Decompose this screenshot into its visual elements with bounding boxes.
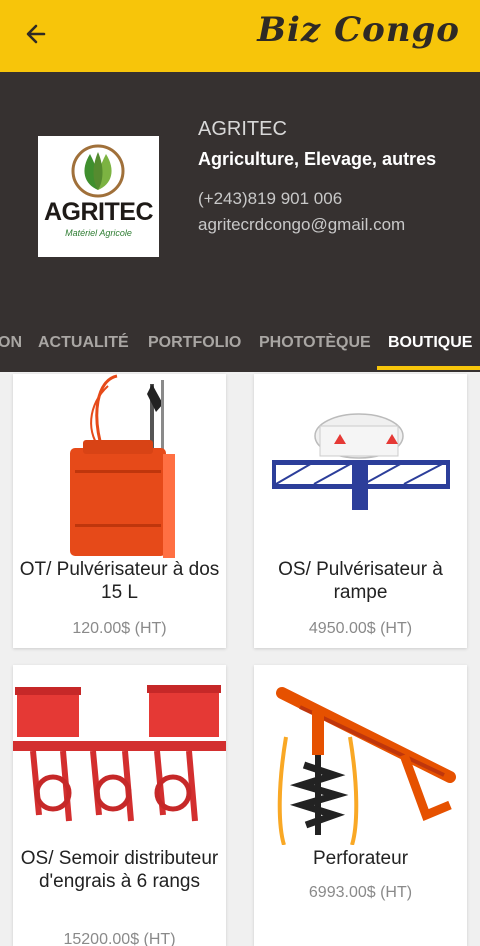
company-phone[interactable]: (+243)819 901 006 [198, 189, 342, 209]
company-logo: AGRITEC Matériel Agricole [38, 136, 159, 257]
logo-name: AGRITEC [44, 198, 154, 226]
product-price: 120.00$ (HT) [72, 620, 167, 637]
app-bar: Biz Congo [0, 0, 480, 72]
product-card[interactable]: OT/ Pulvérisateur à dos 15 L 120.00$ (HT… [13, 374, 226, 648]
logo-subtitle: Matériel Agricole [65, 228, 132, 238]
product-price: 4950.00$ (HT) [308, 620, 413, 637]
product-card[interactable]: OS/ Semoir distributeur d'engrais à 6 ra… [13, 665, 226, 946]
company-name: AGRITEC [198, 118, 287, 140]
arrow-left-icon[interactable] [20, 18, 52, 50]
tab-portfolio[interactable]: PORTFOLIO [148, 334, 241, 352]
product-image [13, 685, 226, 822]
tab-bar: ON ACTUALITÉ PORTFOLIO PHOTOTÈQUE BOUTIQ… [0, 320, 480, 370]
tab-boutique[interactable]: BOUTIQUE [388, 334, 472, 352]
product-price: 6993.00$ (HT) [308, 884, 413, 901]
product-title: OS/ Semoir distributeur d'engrais à 6 ra… [20, 848, 219, 892]
product-card[interactable]: OS/ Pulvérisateur à rampe 4950.00$ (HT) [254, 374, 467, 648]
tab-phototeque[interactable]: PHOTOTÈQUE [259, 334, 371, 352]
product-image [70, 374, 175, 558]
brand-logo: Biz Congo [257, 10, 460, 50]
product-price: 15200.00$ (HT) [63, 931, 176, 946]
active-tab-indicator [377, 366, 480, 370]
leaf-icon [71, 144, 125, 198]
product-card[interactable]: Perforateur 6993.00$ (HT) [254, 665, 467, 946]
tab-partial[interactable]: ON [0, 334, 22, 352]
product-title: Perforateur [312, 848, 409, 869]
product-image [276, 687, 456, 845]
company-category: Agriculture, Elevage, autres [198, 149, 437, 169]
company-email[interactable]: agritecrdcongo@gmail.com [198, 215, 405, 235]
tab-actualite[interactable]: ACTUALITÉ [38, 334, 129, 352]
product-title: OS/ Pulvérisateur à rampe [278, 559, 443, 603]
product-title: OT/ Pulvérisateur à dos 15 L [19, 559, 220, 603]
product-image [272, 413, 450, 510]
